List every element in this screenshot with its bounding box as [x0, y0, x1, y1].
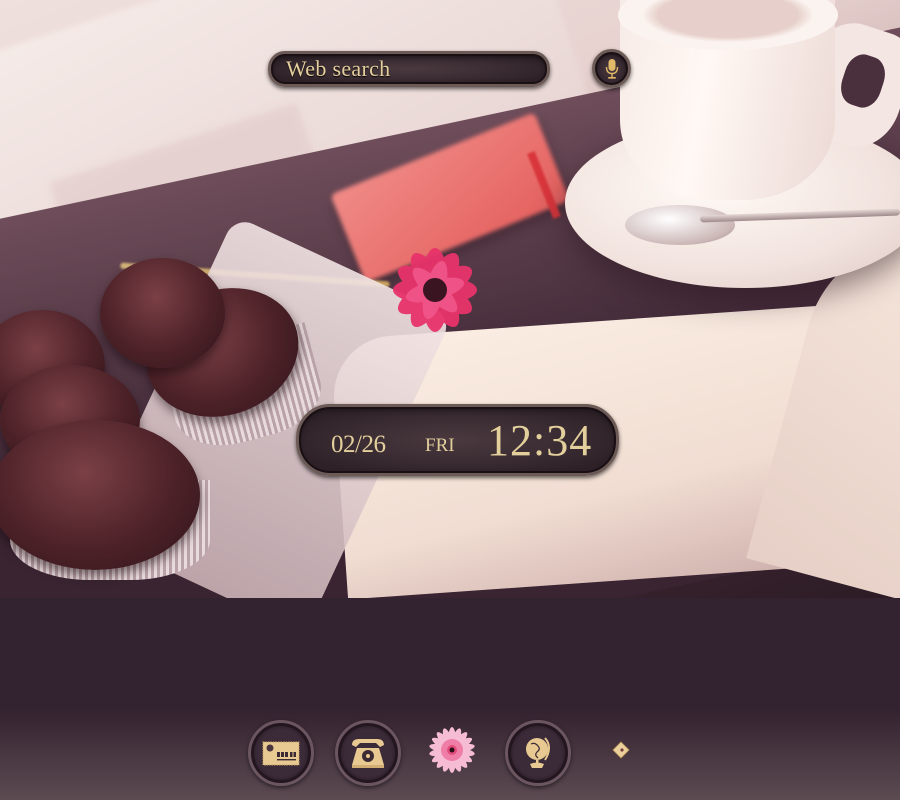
dock-contacts-button[interactable] — [248, 720, 314, 786]
clock-widget[interactable]: 02/26 FRI 12:34 — [296, 404, 619, 476]
dock-browser-button[interactable] — [505, 720, 571, 786]
rotary-phone-icon — [352, 739, 384, 768]
dock-theme-flower-button[interactable] — [426, 724, 478, 776]
diamond-icon — [612, 741, 630, 759]
wallpaper — [0, 0, 900, 598]
voice-search-button[interactable] — [592, 49, 631, 88]
microphone-icon — [605, 58, 618, 79]
app-drawer-button[interactable] — [612, 741, 630, 759]
wallpaper-muffin — [100, 258, 225, 368]
web-search-bar[interactable]: Web search — [268, 51, 550, 87]
id-card-icon — [262, 741, 300, 766]
gerbera-flower-icon — [429, 727, 475, 773]
dock-phone-button[interactable] — [335, 720, 401, 786]
clock-date: 02/26 — [331, 431, 386, 458]
wallpaper-flower — [393, 248, 477, 332]
search-label: Web search — [286, 56, 391, 81]
globe-icon — [526, 737, 550, 768]
wallpaper-spoon — [625, 205, 735, 245]
clock-day: FRI — [425, 435, 455, 456]
clock-time: 12:34 — [487, 416, 593, 465]
